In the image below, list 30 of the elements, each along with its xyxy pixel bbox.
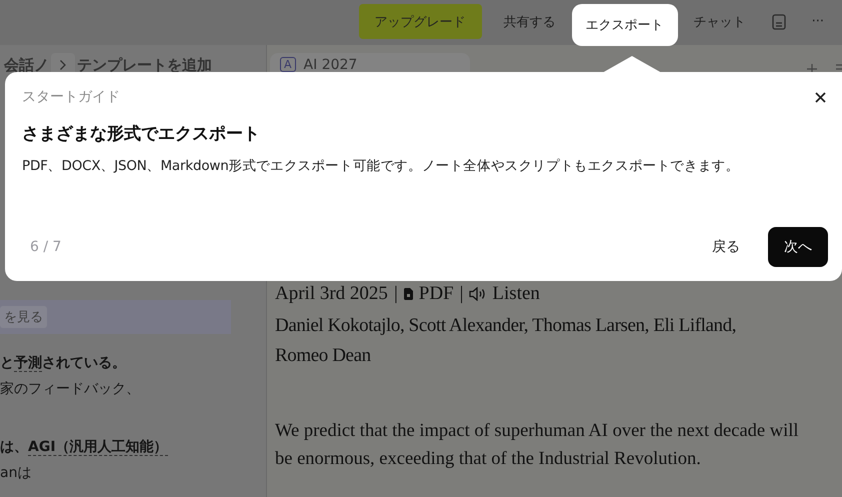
back-button[interactable]: 戻る: [698, 227, 754, 267]
speaker-icon: [469, 287, 486, 301]
panel-heading: 会話ノ: [4, 56, 49, 74]
chevron-right-icon: [59, 59, 67, 71]
upgrade-button[interactable]: アップグレード: [358, 4, 482, 39]
add-icon[interactable]: [806, 63, 818, 75]
article-date: April 3rd 2025: [275, 283, 388, 305]
toolbar-button[interactable]: チャット: [682, 4, 758, 39]
guide-title: さまざまな形式でエクスポート: [22, 123, 261, 145]
article-paragraph: We predict that the impact of superhuman AI over the next decade will be enormous, exceeding that of the Industrial Revolution.: [275, 420, 800, 471]
separator: |: [460, 283, 464, 305]
document-icon: [404, 288, 413, 300]
guide-text: PDF、DOCX、JSON、Markdown形式でエクスポート可能です。ノート全体やスクリプトもエクスポートできます。: [22, 157, 740, 175]
separator: |: [394, 283, 398, 305]
next-button[interactable]: 次へ: [768, 227, 828, 267]
toolbar-button[interactable]: ···: [800, 4, 836, 39]
close-button[interactable]: [813, 90, 828, 104]
listen-link[interactable]: Listen: [492, 283, 540, 305]
note-line: 家のフィードバック、: [0, 380, 141, 399]
note-line: と予測されている。: [0, 354, 127, 374]
note-line: は、AGI（汎用人工知能）: [0, 438, 169, 458]
panel-heading: テンプレートを追加: [77, 56, 212, 74]
step-counter: 6 / 7: [29, 239, 62, 255]
toolbar-button[interactable]: 共有する: [492, 4, 568, 39]
toolbar-button[interactable]: エクスポート: [572, 4, 678, 46]
guide-label: スタートガイド: [22, 88, 120, 106]
pdf-link[interactable]: PDF: [418, 283, 454, 305]
author-list: Daniel Kokotajlo, Scott Alexander, Thomas Larsen, Eli Lifland, Romeo Dean: [275, 311, 755, 371]
note-line: anは: [0, 464, 32, 483]
view-chip[interactable]: を見る: [0, 306, 47, 328]
